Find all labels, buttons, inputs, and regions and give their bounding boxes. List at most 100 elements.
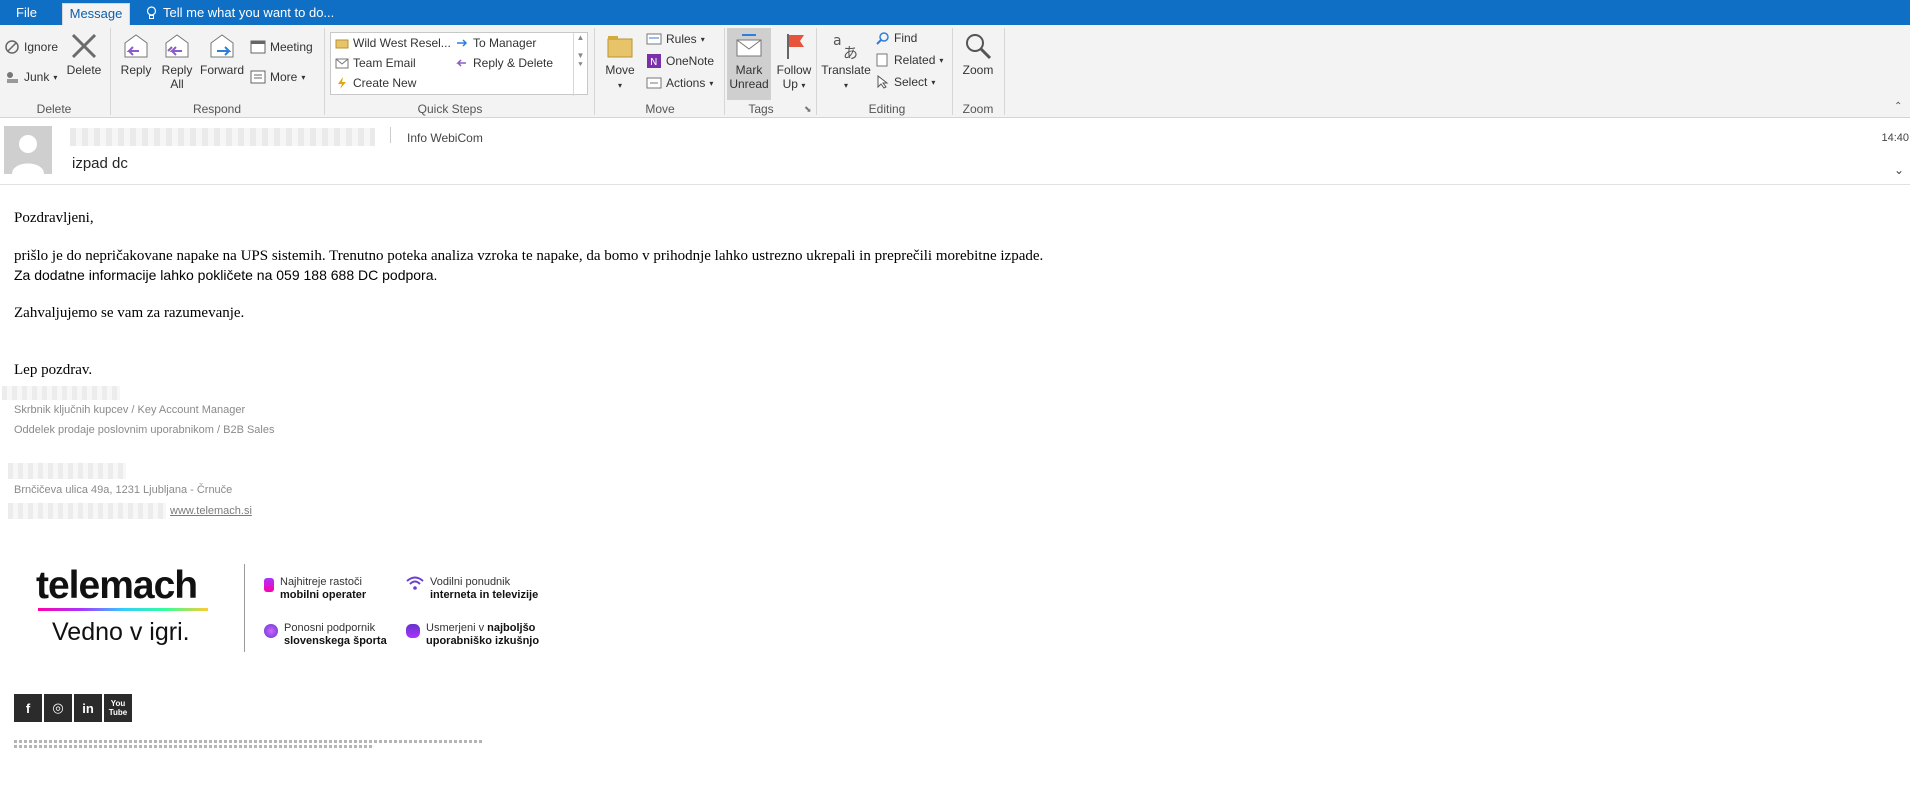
reply-icon xyxy=(124,34,148,58)
delete-button[interactable]: Delete xyxy=(66,31,102,77)
move-label: Move xyxy=(605,63,635,77)
move-group-label: Move xyxy=(645,102,675,116)
reply-button[interactable]: Reply xyxy=(118,31,154,77)
body-closing: Lep pozdrav. xyxy=(14,362,93,378)
expand-header-icon[interactable]: ⌄ xyxy=(1894,163,1904,177)
rules-button[interactable]: Rules ▾ xyxy=(646,31,705,47)
chevron-down-icon: ▾ xyxy=(53,72,58,82)
group-divider xyxy=(324,28,325,115)
follow-up-label-2: Up xyxy=(782,77,798,91)
group-divider xyxy=(724,28,725,115)
collapse-ribbon-icon[interactable]: ⌃ xyxy=(1894,101,1902,112)
actions-button[interactable]: Actions ▾ xyxy=(646,75,713,91)
social-links: f ◎ in You Tube xyxy=(14,694,132,722)
search-icon xyxy=(876,32,889,45)
meeting-button[interactable]: Meeting xyxy=(250,39,313,55)
ribbon-tabs: File Message Tell me what you want to do… xyxy=(0,0,1910,25)
quick-step-item[interactable]: Wild West Resel... xyxy=(335,36,451,50)
delete-group-label: Delete xyxy=(36,102,72,116)
feature-internet: Vodilni ponudnik interneta in televizije xyxy=(406,576,538,602)
body-greeting: Pozdravljeni, xyxy=(14,210,94,226)
related-button[interactable]: Related ▾ xyxy=(876,53,943,67)
quick-step-item[interactable]: Reply & Delete xyxy=(455,56,553,70)
tab-file[interactable]: File xyxy=(16,0,37,25)
feature-sport: Ponosni podpornik slovenskega športa xyxy=(264,622,387,648)
header-divider xyxy=(390,127,391,143)
website-link[interactable]: www.telemach.si xyxy=(170,505,252,517)
translate-label: Translate xyxy=(821,63,871,77)
telemach-banner: telemach Vedno v igri. Najhitreje rastoč… xyxy=(28,560,558,656)
banner-divider xyxy=(244,564,245,652)
chevron-down-icon: ▾ xyxy=(617,81,622,90)
forward-button[interactable]: Forward xyxy=(200,31,244,77)
tags-group-label: Tags xyxy=(748,102,774,116)
select-label: Select xyxy=(894,75,928,89)
tab-message[interactable]: Message xyxy=(62,3,130,25)
recipient-name[interactable]: Info WebiCom xyxy=(407,131,483,145)
translate-button[interactable]: aあ Translate ▾ xyxy=(820,31,872,93)
linkedin-icon[interactable]: in xyxy=(74,694,102,722)
feature-text-bold: slovenskega športa xyxy=(284,635,387,647)
brand-gradient-line xyxy=(38,608,208,611)
follow-up-button[interactable]: Follow Up ▾ xyxy=(774,31,814,93)
onenote-icon: N xyxy=(647,54,661,68)
flag-icon xyxy=(787,34,804,59)
svg-text:N: N xyxy=(650,57,657,68)
youtube-icon[interactable]: You Tube xyxy=(104,694,132,722)
feature-text: Usmerjeni v xyxy=(426,622,488,634)
rules-label: Rules xyxy=(666,32,697,46)
message-time: 14:40 xyxy=(1881,132,1909,144)
junk-button[interactable]: Junk ▾ xyxy=(4,69,57,85)
quick-step-item[interactable]: To Manager xyxy=(455,36,536,50)
facebook-icon[interactable]: f xyxy=(14,694,42,722)
quick-step-label: To Manager xyxy=(473,36,537,50)
onenote-button[interactable]: N OneNote xyxy=(646,53,714,69)
reply-all-label-2: All xyxy=(170,77,184,91)
tags-dialog-launcher[interactable]: ⬊ xyxy=(804,104,812,115)
move-folder-icon xyxy=(607,36,633,58)
more-button[interactable]: More ▾ xyxy=(250,69,305,85)
actions-label: Actions xyxy=(666,76,706,90)
feature-text-bold: uporabniško izkušnjo xyxy=(426,635,540,647)
calendar-icon xyxy=(250,40,266,54)
ignore-label: Ignore xyxy=(24,40,59,54)
junk-label: Junk xyxy=(24,70,50,84)
email-icon xyxy=(335,58,349,69)
quick-step-item[interactable]: Create New xyxy=(335,76,416,90)
mark-unread-label-2: Unread xyxy=(729,77,769,91)
group-divider xyxy=(952,28,953,115)
people-icon xyxy=(406,624,420,638)
reply-all-button[interactable]: Reply All xyxy=(160,31,194,91)
quick-step-label: Wild West Resel... xyxy=(353,36,451,50)
ignore-button[interactable]: Ignore xyxy=(4,39,58,55)
quick-steps-gallery: Wild West Resel... Team Email Create New… xyxy=(330,32,588,96)
message-header: Info WebiCom izpad dc 14:40 ⌄ xyxy=(0,119,1910,185)
message-subject: izpad dc xyxy=(72,155,128,172)
more-label: More xyxy=(270,70,298,84)
ignore-icon xyxy=(5,40,19,54)
chevron-down-icon: ▾ xyxy=(301,72,306,82)
chevron-down-icon: ▾ xyxy=(931,77,936,87)
brand-logo: telemach xyxy=(36,564,198,607)
signature-role: Skrbnik ključnih kupcev / Key Account Ma… xyxy=(14,404,246,416)
quick-steps-scrollbar[interactable]: ▲ ▼ ⯆ xyxy=(573,33,587,96)
quick-steps-group-label: Quick Steps xyxy=(417,102,483,116)
group-divider xyxy=(594,28,595,115)
tell-me-search[interactable]: Tell me what you want to do... xyxy=(146,0,334,25)
sender-name-redacted xyxy=(70,128,375,146)
magnifier-icon xyxy=(966,34,992,60)
mark-unread-button[interactable]: Mark Unread xyxy=(727,28,771,100)
body-line: Za dodatne informacije lahko pokličete n… xyxy=(14,267,438,283)
zoom-button[interactable]: Zoom xyxy=(958,31,998,77)
ball-icon xyxy=(264,624,278,638)
move-button[interactable]: Move ▾ xyxy=(600,31,640,93)
arrow-icon xyxy=(457,39,468,47)
group-divider xyxy=(110,28,111,115)
lightning-icon xyxy=(338,77,346,89)
chevron-down-icon: ▾ xyxy=(801,81,806,90)
select-button[interactable]: Select ▾ xyxy=(876,75,935,89)
instagram-icon[interactable]: ◎ xyxy=(44,694,72,722)
quick-step-item[interactable]: Team Email xyxy=(335,56,416,70)
reply-delete-icon xyxy=(456,59,466,67)
find-button[interactable]: Find xyxy=(876,31,917,45)
